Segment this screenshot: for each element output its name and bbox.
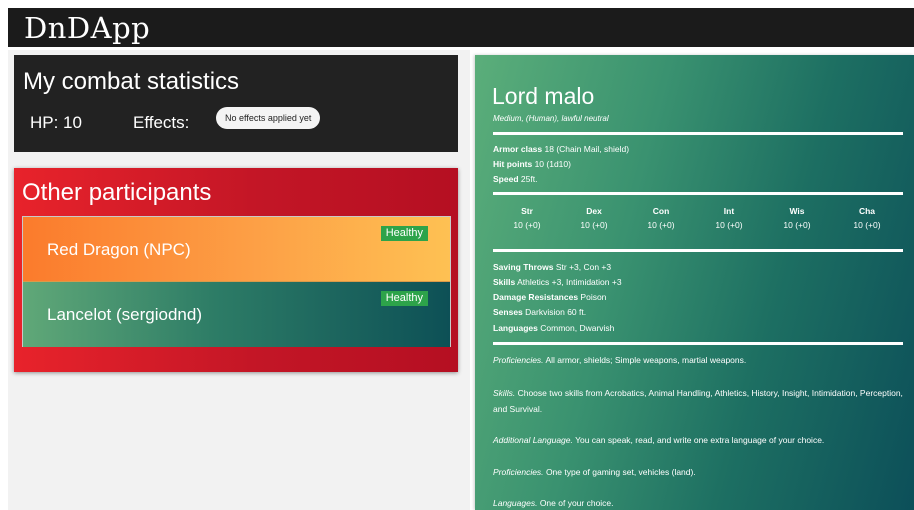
hit-points-label: Hit points [493,159,533,169]
effects-label: Effects: [133,113,190,132]
ability-abbr: Str [521,206,533,216]
ability-str: Str 10 (+0) [497,206,557,230]
participant-name: Red Dragon (NPC) [47,240,191,259]
trait-skills: Skills. Choose two skills from Acrobatic… [493,385,905,417]
trait-tool-proficiencies: Proficiencies. One type of gaming set, v… [493,464,905,480]
damage-resistances-value: Poison [580,292,607,302]
ability-wis: Wis 10 (+0) [767,206,827,230]
trait-title: Languages. [493,498,538,508]
ability-score: 10 (+0) [513,220,541,230]
ability-score: 10 (+0) [853,220,881,230]
status-badge: Healthy [380,291,428,306]
other-participants-title: Other participants [22,179,212,206]
trait-additional-language: Additional Language. You can speak, read… [493,432,905,448]
ability-abbr: Cha [858,206,876,216]
trait-text: All armor, shields; Simple weapons, mart… [545,355,747,365]
trait-text: One type of gaming set, vehicles (land). [545,467,696,477]
participant-item-red-dragon[interactable]: Red Dragon (NPC) Healthy [23,217,450,282]
ability-abbr: Wis [789,206,805,216]
trait-title: Additional Language. [493,435,573,445]
saving-throws-label: Saving Throws [493,262,554,272]
divider [493,249,903,252]
hit-points-value: 10 (1d10) [534,159,571,169]
trait-title: Proficiencies. [493,467,544,477]
status-badge: Healthy [380,226,428,241]
languages-label: Languages [493,323,538,333]
hp-value: HP: 10 [30,113,82,132]
saving-throws-value: Str +3, Con +3 [555,262,612,272]
trait-title: Skills. [493,388,516,398]
participant-list: Red Dragon (NPC) Healthy Lancelot (sergi… [22,216,451,347]
trait-proficiencies: Proficiencies. All armor, shields; Simpl… [493,352,905,368]
armor-class-label: Armor class [493,144,543,154]
ability-int: Int 10 (+0) [699,206,759,230]
skills-label: Skills [493,277,516,287]
ability-abbr: Con [652,206,670,216]
speed-label: Speed [493,174,519,184]
languages-line: Languages Common, Dwarvish [493,323,614,333]
skills-value: Athletics +3, Intimidation +3 [517,277,622,287]
speed-value: 25ft. [520,174,538,184]
app-logo[interactable]: DnDApp [24,8,150,48]
senses-label: Senses [493,307,523,317]
divider [493,342,903,345]
ability-abbr: Dex [586,206,602,216]
speed-line: Speed 25ft. [493,174,537,184]
trait-title: Proficiencies. [493,355,544,365]
trait-text: One of your choice. [539,498,614,508]
damage-resistances-label: Damage Resistances [493,292,579,302]
participant-item-lancelot[interactable]: Lancelot (sergiodnd) Healthy [23,282,450,347]
trait-text: Choose two skills from Acrobatics, Anima… [493,388,903,414]
languages-value: Common, Dwarvish [540,323,615,333]
ability-score: 10 (+0) [715,220,743,230]
hit-points-line: Hit points 10 (1d10) [493,159,571,169]
ability-dex: Dex 10 (+0) [564,206,624,230]
combat-statistics-panel: My combat statistics HP: 10 Effects: No … [14,55,458,152]
trait-languages: Languages. One of your choice. [493,495,905,510]
combat-statistics-title: My combat statistics [23,68,240,95]
armor-class-value: 18 (Chain Mail, shield) [544,144,630,154]
ability-score: 10 (+0) [580,220,608,230]
ability-abbr: Int [723,206,735,216]
character-name: Lord malo [492,83,595,109]
ability-con: Con 10 (+0) [631,206,691,230]
ability-score: 10 (+0) [647,220,675,230]
other-participants-panel: Other participants Red Dragon (NPC) Heal… [14,168,458,372]
trait-text: You can speak, read, and write one extra… [575,435,825,445]
divider [493,132,903,135]
ability-score: 10 (+0) [783,220,811,230]
divider [493,192,903,195]
skills-line: Skills Athletics +3, Intimidation +3 [493,277,622,287]
senses-line: Senses Darkvision 60 ft. [493,307,586,317]
effects-badge: No effects applied yet [216,107,321,129]
armor-class-line: Armor class 18 (Chain Mail, shield) [493,144,629,154]
saving-throws-line: Saving Throws Str +3, Con +3 [493,262,611,272]
character-sheet-panel: Lord malo Medium, (Human), lawful neutra… [475,55,914,510]
character-subtitle: Medium, (Human), lawful neutral [493,114,609,123]
top-navbar: DnDApp [8,8,914,47]
participant-name: Lancelot (sergiodnd) [47,305,202,324]
damage-resistances-line: Damage Resistances Poison [493,292,606,302]
ability-cha: Cha 10 (+0) [837,206,897,230]
senses-value: Darkvision 60 ft. [525,307,587,317]
